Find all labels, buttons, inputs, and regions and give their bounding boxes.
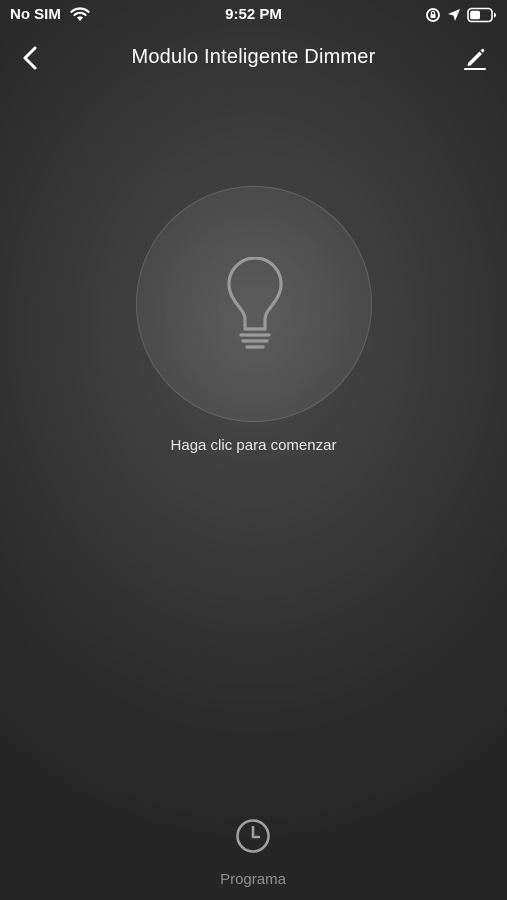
pencil-icon	[464, 48, 486, 70]
clock-icon	[236, 819, 270, 853]
orientation-lock-icon	[426, 8, 440, 22]
status-icons	[425, 6, 497, 24]
schedule-label: Programa	[220, 871, 286, 888]
nav-bar: Modulo Inteligente Dimmer	[0, 38, 507, 78]
lightbulb-icon	[227, 257, 283, 349]
schedule-button[interactable]: Programa	[203, 815, 303, 891]
page-title: Modulo Inteligente Dimmer	[131, 46, 376, 68]
status-bar: No SIM 9:52 PM	[0, 0, 507, 30]
battery-icon	[467, 7, 496, 23]
edit-button[interactable]	[461, 44, 489, 72]
start-hint-text: Haga clic para comenzar	[170, 437, 337, 454]
power-toggle-button[interactable]	[136, 186, 372, 422]
location-icon	[448, 9, 460, 21]
